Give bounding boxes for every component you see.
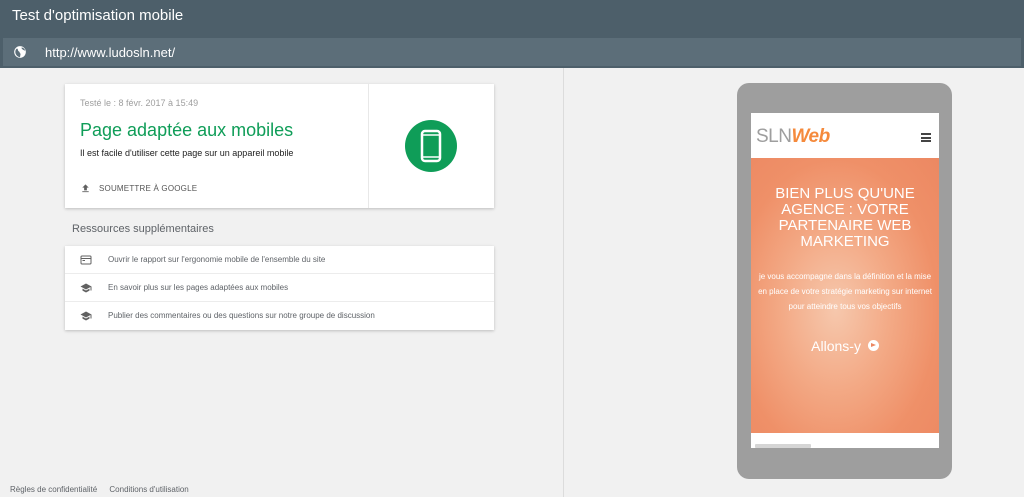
preview-hero: BIEN PLUS QU'UNE AGENCE : VOTRE PARTENAI… — [751, 158, 939, 433]
privacy-link[interactable]: Règles de confidentialité — [10, 485, 97, 494]
resource-item-discussion-group[interactable]: Publier des commentaires ou des question… — [65, 302, 494, 330]
result-card: Testé le : 8 févr. 2017 à 15:49 Page ada… — [65, 84, 494, 208]
school-icon — [80, 311, 92, 321]
url-bar: http://www.ludosln.net/ — [0, 36, 1024, 68]
arrow-right-circle-icon — [867, 340, 879, 351]
resource-item-usability-report[interactable]: Ouvrir le rapport sur l'ergonomie mobile… — [65, 246, 494, 274]
upload-icon — [82, 183, 89, 192]
test-timestamp: Testé le : 8 févr. 2017 à 15:49 — [80, 98, 199, 108]
resources-card: Ouvrir le rapport sur l'ergonomie mobile… — [65, 246, 494, 330]
mobile-friendly-badge — [405, 120, 457, 172]
app-header: Test d'optimisation mobile — [0, 0, 1024, 36]
resource-item-label: Ouvrir le rapport sur l'ergonomie mobile… — [108, 255, 326, 264]
logo-text-web: Web — [791, 126, 830, 147]
site-logo: SLNWeb — [756, 126, 830, 148]
terms-link[interactable]: Conditions d'utilisation — [109, 485, 188, 494]
card-separator — [368, 84, 369, 208]
cta-label: Allons-y — [811, 338, 861, 354]
hamburger-menu-icon[interactable] — [921, 133, 931, 142]
result-description: Il est facile d'utiliser cette page sur … — [80, 148, 294, 158]
submit-to-google-button[interactable]: SOUMETTRE À GOOGLE — [80, 182, 197, 194]
submit-label: SOUMETTRE À GOOGLE — [99, 183, 198, 193]
url-text: http://www.ludosln.net/ — [45, 45, 176, 60]
school-icon — [80, 283, 92, 293]
resource-item-learn-more[interactable]: En savoir plus sur les pages adaptées au… — [65, 274, 494, 302]
pane-divider — [563, 68, 564, 497]
preview-scroll-indicator — [755, 444, 811, 448]
hero-title: BIEN PLUS QU'UNE AGENCE : VOTRE PARTENAI… — [775, 185, 915, 250]
logo-text-sln: SLN — [756, 126, 792, 147]
report-icon — [80, 255, 92, 265]
smartphone-icon — [420, 129, 442, 163]
resource-item-label: En savoir plus sur les pages adaptées au… — [108, 283, 289, 292]
cta-button[interactable]: Allons-y — [751, 338, 939, 354]
resources-title: Ressources supplémentaires — [72, 223, 214, 235]
resource-item-label: Publier des commentaires ou des question… — [108, 311, 375, 320]
hero-text: je vous accompagne dans la définition et… — [758, 272, 932, 311]
app-title: Test d'optimisation mobile — [12, 7, 184, 24]
page-preview-screen: SLNWeb BIEN PLUS QU'UNE AGENCE : VOTRE P… — [751, 113, 939, 448]
globe-icon — [14, 46, 26, 58]
preview-header: SLNWeb — [751, 113, 939, 158]
footer-links: Règles de confidentialité Conditions d'u… — [10, 485, 199, 494]
result-headline: Page adaptée aux mobiles — [80, 120, 294, 140]
url-field[interactable]: http://www.ludosln.net/ — [3, 38, 1021, 66]
